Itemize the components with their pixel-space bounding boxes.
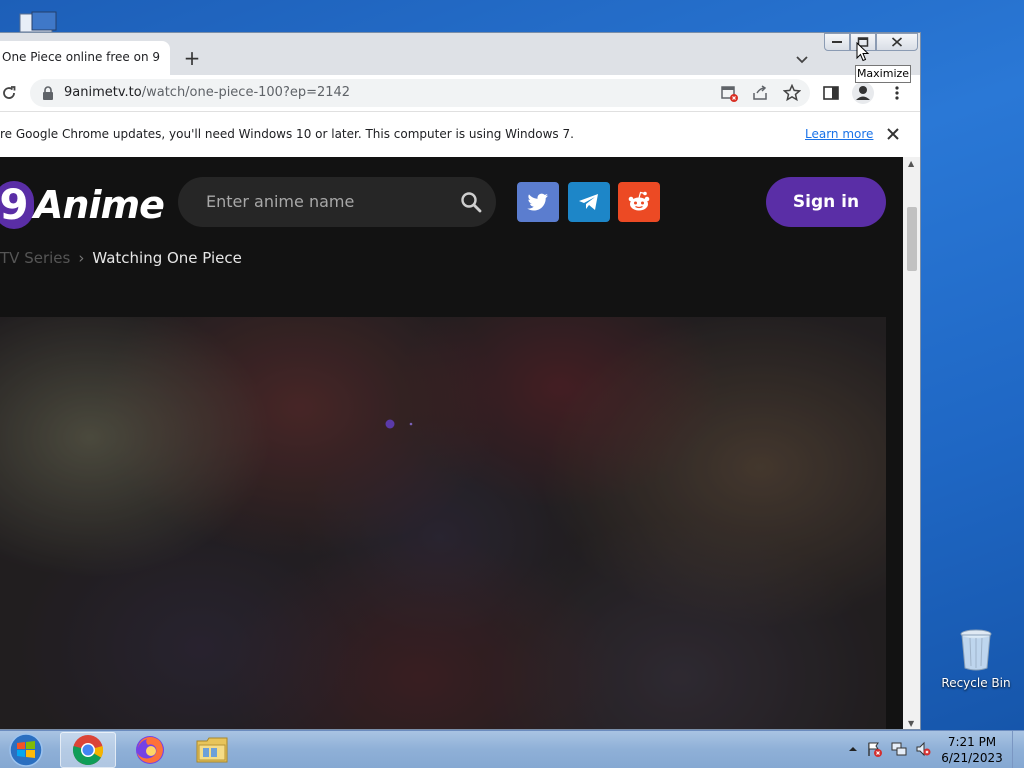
- minimize-button[interactable]: [824, 33, 850, 51]
- breadcrumb: TV Series › Watching One Piece: [0, 249, 242, 267]
- learn-more-link[interactable]: Learn more: [805, 127, 873, 141]
- recycle-bin-shortcut[interactable]: Recycle Bin: [940, 628, 1012, 690]
- site-logo[interactable]: 9 Anime: [0, 179, 165, 231]
- twitter-icon: [527, 193, 548, 211]
- start-button[interactable]: [6, 732, 46, 768]
- popup-blocked-icon[interactable]: [720, 84, 738, 102]
- new-tab-button[interactable]: +: [180, 47, 204, 71]
- recycle-bin-label: Recycle Bin: [941, 676, 1011, 690]
- taskbar-file-explorer[interactable]: [184, 732, 240, 768]
- firefox-icon: [136, 736, 164, 764]
- maximize-tooltip: Maximize: [855, 65, 911, 83]
- video-player[interactable]: [0, 317, 886, 729]
- close-window-button[interactable]: [876, 33, 918, 51]
- taskbar-firefox[interactable]: [122, 732, 178, 768]
- browser-window: One Piece online free on 9 + 9animetv.to…: [0, 32, 921, 730]
- scroll-up-arrow-icon[interactable]: ▲: [908, 159, 914, 168]
- loading-spinner-icon: [384, 415, 416, 434]
- update-infobar: re Google Chrome updates, you'll need Wi…: [0, 111, 920, 157]
- reddit-icon: [628, 191, 650, 211]
- taskbar: 7:21 PM 6/21/2023: [0, 730, 1024, 768]
- title-bar: One Piece online free on 9 +: [0, 33, 920, 75]
- tab-search-chevron-icon[interactable]: [792, 49, 812, 69]
- recycle-bin-icon: [959, 628, 993, 672]
- logo-word: Anime: [34, 183, 165, 227]
- clock-time: 7:21 PM: [947, 735, 997, 749]
- lock-icon[interactable]: [42, 86, 54, 100]
- system-clock[interactable]: 7:21 PM 6/21/2023: [940, 734, 1004, 766]
- sign-in-button[interactable]: Sign in: [766, 177, 886, 227]
- logo-digit: 9: [0, 181, 34, 229]
- address-bar[interactable]: 9animetv.to/watch/one-piece-100?ep=2142: [30, 79, 810, 107]
- taskbar-chrome[interactable]: [60, 732, 116, 768]
- search-icon[interactable]: [460, 191, 482, 213]
- url-host: 9animetv.to: [64, 85, 142, 100]
- mouse-cursor-icon: [856, 41, 870, 66]
- page-scrollbar[interactable]: ▲ ▼: [903, 157, 920, 729]
- telegram-share-button[interactable]: [568, 182, 610, 222]
- menu-kebab-icon[interactable]: [888, 84, 906, 102]
- show-desktop-button[interactable]: [1012, 731, 1024, 768]
- desktop-computer-icon[interactable]: [14, 8, 62, 33]
- profile-avatar-icon[interactable]: [852, 82, 874, 104]
- tab-title: One Piece online free on 9: [2, 50, 161, 64]
- anime-search-input[interactable]: Enter anime name: [178, 177, 496, 227]
- chrome-icon: [72, 735, 104, 766]
- action-center-flag-icon[interactable]: [866, 741, 882, 757]
- show-hidden-icons-icon[interactable]: [845, 741, 861, 757]
- side-panel-icon[interactable]: [822, 84, 840, 102]
- share-icon[interactable]: [751, 84, 769, 102]
- url-path: /watch/one-piece-100?ep=2142: [141, 85, 351, 100]
- breadcrumb-current: Watching One Piece: [92, 249, 242, 267]
- breadcrumb-separator: ›: [78, 249, 85, 267]
- network-icon[interactable]: [891, 741, 907, 757]
- reddit-share-button[interactable]: [618, 182, 660, 222]
- web-page: 9 Anime Enter anime name Sign in TV Seri…: [0, 157, 903, 729]
- scrollbar-thumb[interactable]: [907, 207, 917, 271]
- clock-date: 6/21/2023: [941, 751, 1003, 765]
- volume-muted-icon[interactable]: [915, 741, 931, 757]
- scroll-down-arrow-icon[interactable]: ▼: [908, 719, 914, 728]
- telegram-icon: [579, 194, 598, 210]
- windows-logo-icon: [9, 733, 43, 767]
- reload-icon[interactable]: [0, 84, 18, 102]
- search-placeholder: Enter anime name: [206, 192, 355, 211]
- infobar-message: re Google Chrome updates, you'll need Wi…: [0, 127, 574, 141]
- breadcrumb-tv-series[interactable]: TV Series: [0, 249, 70, 267]
- file-explorer-icon: [196, 737, 228, 763]
- infobar-close-icon[interactable]: [884, 125, 902, 143]
- browser-toolbar: 9animetv.to/watch/one-piece-100?ep=2142: [0, 75, 920, 111]
- bookmark-star-icon[interactable]: [782, 83, 802, 102]
- twitter-share-button[interactable]: [517, 182, 559, 222]
- tab-active[interactable]: One Piece online free on 9: [0, 41, 170, 75]
